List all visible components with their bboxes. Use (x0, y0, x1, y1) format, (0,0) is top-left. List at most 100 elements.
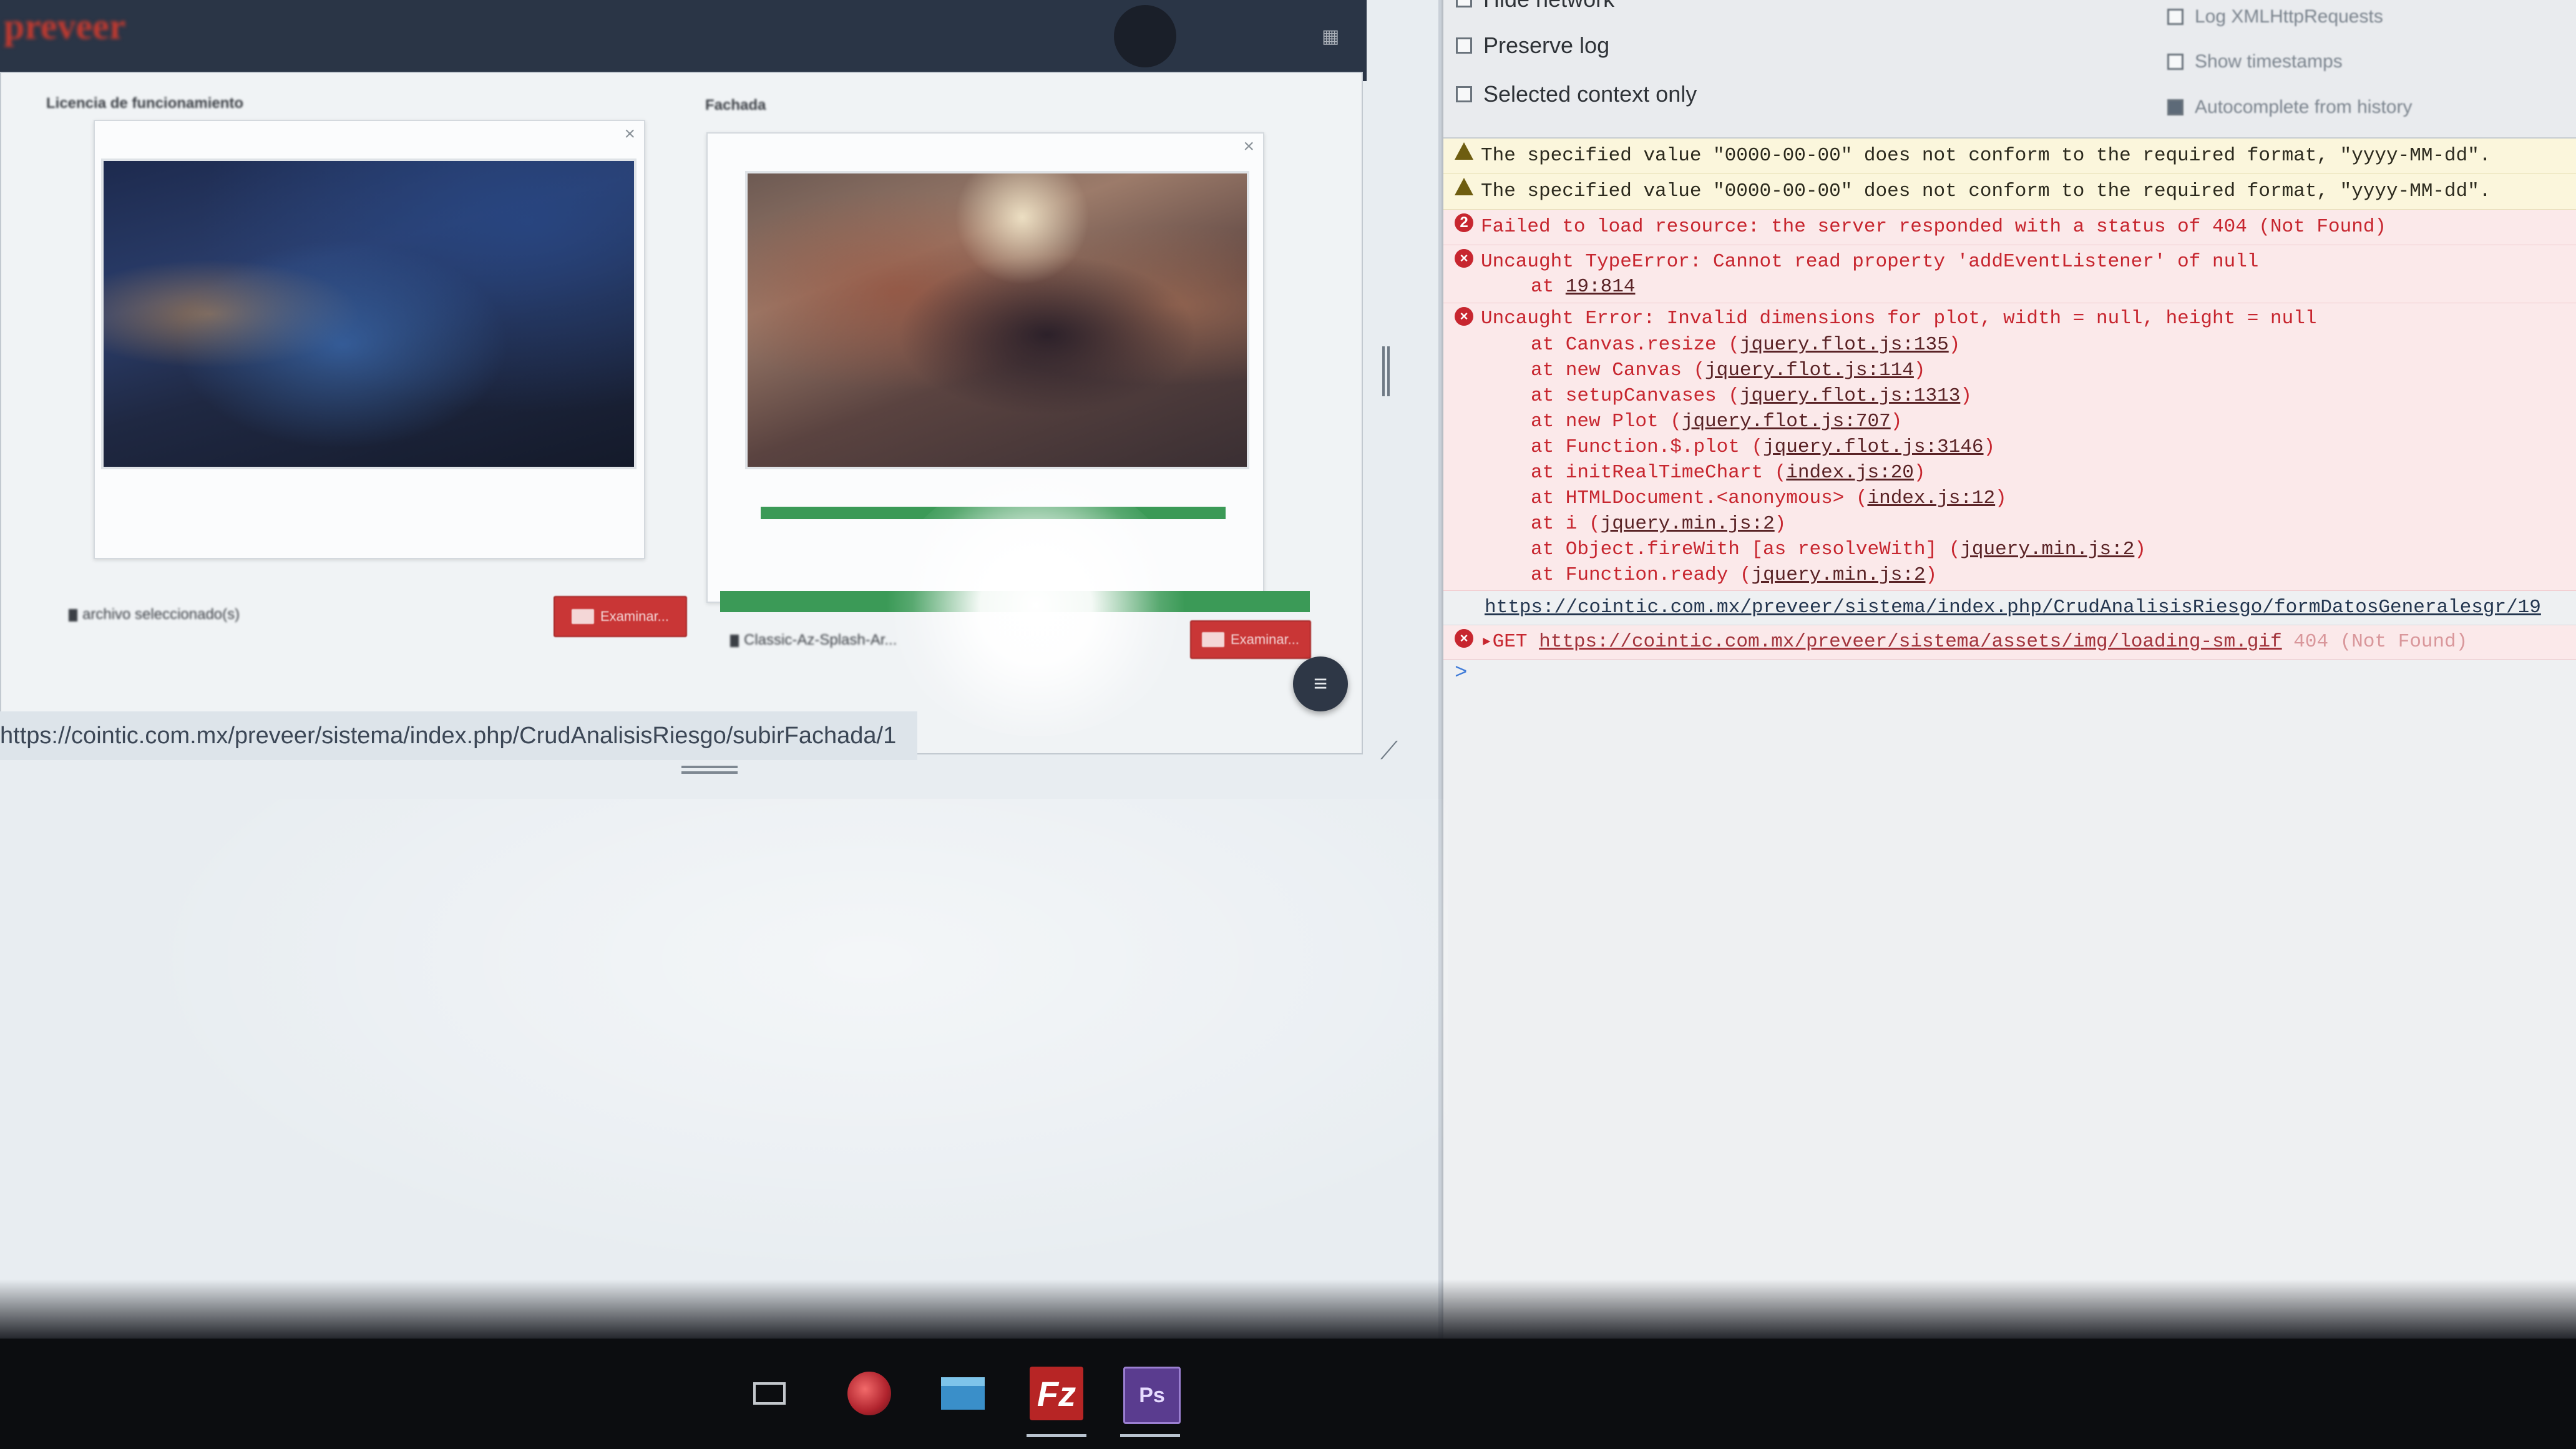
error-text: Uncaught Error: Invalid dimensions for p… (1481, 308, 2317, 329)
source-link[interactable]: 19:814 (1566, 276, 1636, 298)
user-name[interactable] (1189, 29, 1301, 47)
licencia-browse-button[interactable]: Examinar... (554, 596, 687, 637)
setting-label: Autocomplete from history (2195, 97, 2413, 117)
stack-line: at setupCanvases (jquery.flot.js:1313) (1531, 383, 1972, 409)
stack-at: at Object.fireWith [as resolveWith] ( (1531, 539, 1961, 560)
stack-end: ) (1774, 513, 1787, 535)
autocomplete-setting[interactable]: Autocomplete from history (2167, 97, 2412, 118)
warning-text: The specified value "0000-00-00" does no… (1481, 180, 2491, 202)
stack-at: at HTMLDocument.<anonymous> ( (1531, 487, 1868, 509)
running-indicator (1027, 1434, 1086, 1437)
warning-text: The specified value "0000-00-00" does no… (1481, 145, 2491, 167)
close-icon[interactable]: × (624, 125, 635, 144)
checkbox[interactable] (2167, 54, 2183, 70)
grid-menu-icon[interactable]: ▦ (1322, 27, 1342, 46)
app-header: preveer ▦ (0, 0, 1367, 81)
stack-end: ) (2134, 539, 2146, 560)
preserve-log-setting[interactable]: Preserve log (1456, 32, 1609, 59)
source-link[interactable]: jquery.flot.js:3146 (1763, 436, 1983, 458)
console-error-row: 2 Failed to load resource: the server re… (1443, 210, 2576, 245)
task-view-icon[interactable] (743, 1367, 796, 1420)
brand-logo[interactable]: preveer (4, 5, 216, 49)
devtools-splitter-handle[interactable] (1382, 346, 1392, 396)
checkbox[interactable] (1456, 37, 1472, 54)
file-icon (730, 634, 739, 647)
stack-end: ) (1995, 487, 2007, 509)
source-url-link[interactable]: https://cointic.com.mx/preveer/sistema/i… (1485, 597, 2541, 618)
source-link[interactable]: jquery.min.js:2 (1960, 539, 2134, 560)
fachada-browse-button[interactable]: Examinar... (1190, 620, 1311, 659)
stack-at: at (1531, 276, 1566, 298)
checkbox[interactable] (1456, 86, 1472, 102)
hide-network-setting[interactable]: Hide network (1456, 0, 1614, 12)
setting-label: Show timestamps (2195, 51, 2343, 72)
console-network-error-row: × ▸GET https://cointic.com.mx/preveer/si… (1443, 625, 2576, 660)
warning-icon (1455, 142, 1473, 160)
source-link[interactable]: index.js:20 (1786, 462, 1914, 484)
http-method: GET (1492, 631, 1528, 653)
error-x-icon: × (1455, 629, 1473, 648)
photo-of-screen: preveer ▦ Licencia de funcionamiento Fac… (0, 0, 2576, 1449)
upload-panel: Licencia de funcionamiento Fachada × × a… (0, 72, 1363, 754)
licencia-file-text: archivo seleccionado(s) (82, 606, 240, 623)
error-text: Failed to load resource: the server resp… (1481, 216, 2387, 238)
resize-grip-icon[interactable]: ⟋ (1380, 738, 1403, 763)
show-timestamps-setting[interactable]: Show timestamps (2167, 51, 2343, 72)
stack-at: at i ( (1531, 513, 1601, 535)
file-explorer-icon[interactable] (936, 1367, 990, 1420)
web-page-viewport: preveer ▦ Licencia de funcionamiento Fac… (0, 0, 1438, 1339)
stack-line: at Object.fireWith [as resolveWith] (jqu… (1531, 537, 2146, 563)
floating-menu-button[interactable]: ≡ (1293, 656, 1348, 711)
stack-end: ) (1960, 385, 1972, 407)
stack-end: ) (1890, 411, 1903, 432)
file-icon (69, 608, 77, 622)
http-status: 404 (Not Found) (2293, 631, 2468, 653)
monitor-bezel-shadow (0, 1279, 2576, 1342)
source-link[interactable]: jquery.min.js:2 (1751, 564, 1925, 586)
devtools-console: Hide network Preserve log Selected conte… (1442, 0, 2576, 1339)
selected-context-setting[interactable]: Selected context only (1456, 81, 1697, 107)
progress-fill (720, 591, 1310, 612)
source-link[interactable]: jquery.min.js:2 (1601, 513, 1775, 535)
stack-end: ) (1913, 359, 1926, 381)
stack-at: at initRealTimeChart ( (1531, 462, 1787, 484)
source-link[interactable]: jquery.flot.js:114 (1705, 359, 1914, 381)
stack-at: at new Plot ( (1531, 411, 1682, 432)
stack-at: at Canvas.resize ( (1531, 334, 1740, 356)
progress-fill (761, 507, 1226, 519)
filezilla-icon[interactable]: Fz (1030, 1367, 1083, 1420)
close-icon[interactable]: × (1243, 137, 1254, 156)
browse-label: Examinar... (600, 608, 670, 624)
error-text: Uncaught TypeError: Cannot read property… (1481, 251, 2259, 273)
repeat-count-badge: 2 (1455, 213, 1473, 232)
user-avatar[interactable] (1114, 5, 1176, 67)
checkbox[interactable] (2167, 9, 2183, 25)
folder-open-icon (571, 609, 594, 624)
console-prompt-icon[interactable]: > (1455, 661, 1467, 685)
fachada-upload-progress-bar (720, 591, 1310, 612)
checkbox[interactable] (1456, 0, 1472, 7)
stack-line: at HTMLDocument.<anonymous> (index.js:12… (1531, 485, 2007, 512)
drawer-drag-handle[interactable] (681, 763, 738, 778)
source-link[interactable]: jquery.flot.js:1313 (1740, 385, 1960, 407)
stack-line: at new Plot (jquery.flot.js:707) (1531, 409, 1902, 435)
error-x-icon: × (1455, 307, 1473, 326)
stack-end: ) (1913, 462, 1926, 484)
log-xhr-setting[interactable]: Log XMLHttpRequests (2167, 6, 2383, 27)
setting-label: Hide network (1483, 0, 1614, 12)
source-link[interactable]: index.js:12 (1868, 487, 1996, 509)
photoshop-icon[interactable]: Ps (1123, 1367, 1181, 1424)
link-hover-status-url: https://cointic.com.mx/preveer/sistema/i… (0, 711, 917, 760)
source-link[interactable]: jquery.flot.js:135 (1740, 334, 1949, 356)
licencia-section-title: Licencia de funcionamiento (46, 95, 244, 112)
source-link[interactable]: jquery.flot.js:707 (1682, 411, 1891, 432)
request-url-link[interactable]: https://cointic.com.mx/preveer/sistema/a… (1539, 631, 2282, 653)
console-warning-row: The specified value "0000-00-00" does no… (1443, 139, 2576, 174)
checkbox-checked[interactable] (2167, 99, 2183, 115)
fachada-file-caption: Classic-Az-Splash-Ar... (730, 632, 930, 649)
browser-icon[interactable] (842, 1367, 896, 1420)
expand-triangle-icon[interactable]: ▸ (1481, 631, 1493, 653)
stack-at: at new Canvas ( (1531, 359, 1705, 381)
setting-label: Preserve log (1483, 32, 1610, 58)
folder-open-icon (1201, 632, 1224, 647)
